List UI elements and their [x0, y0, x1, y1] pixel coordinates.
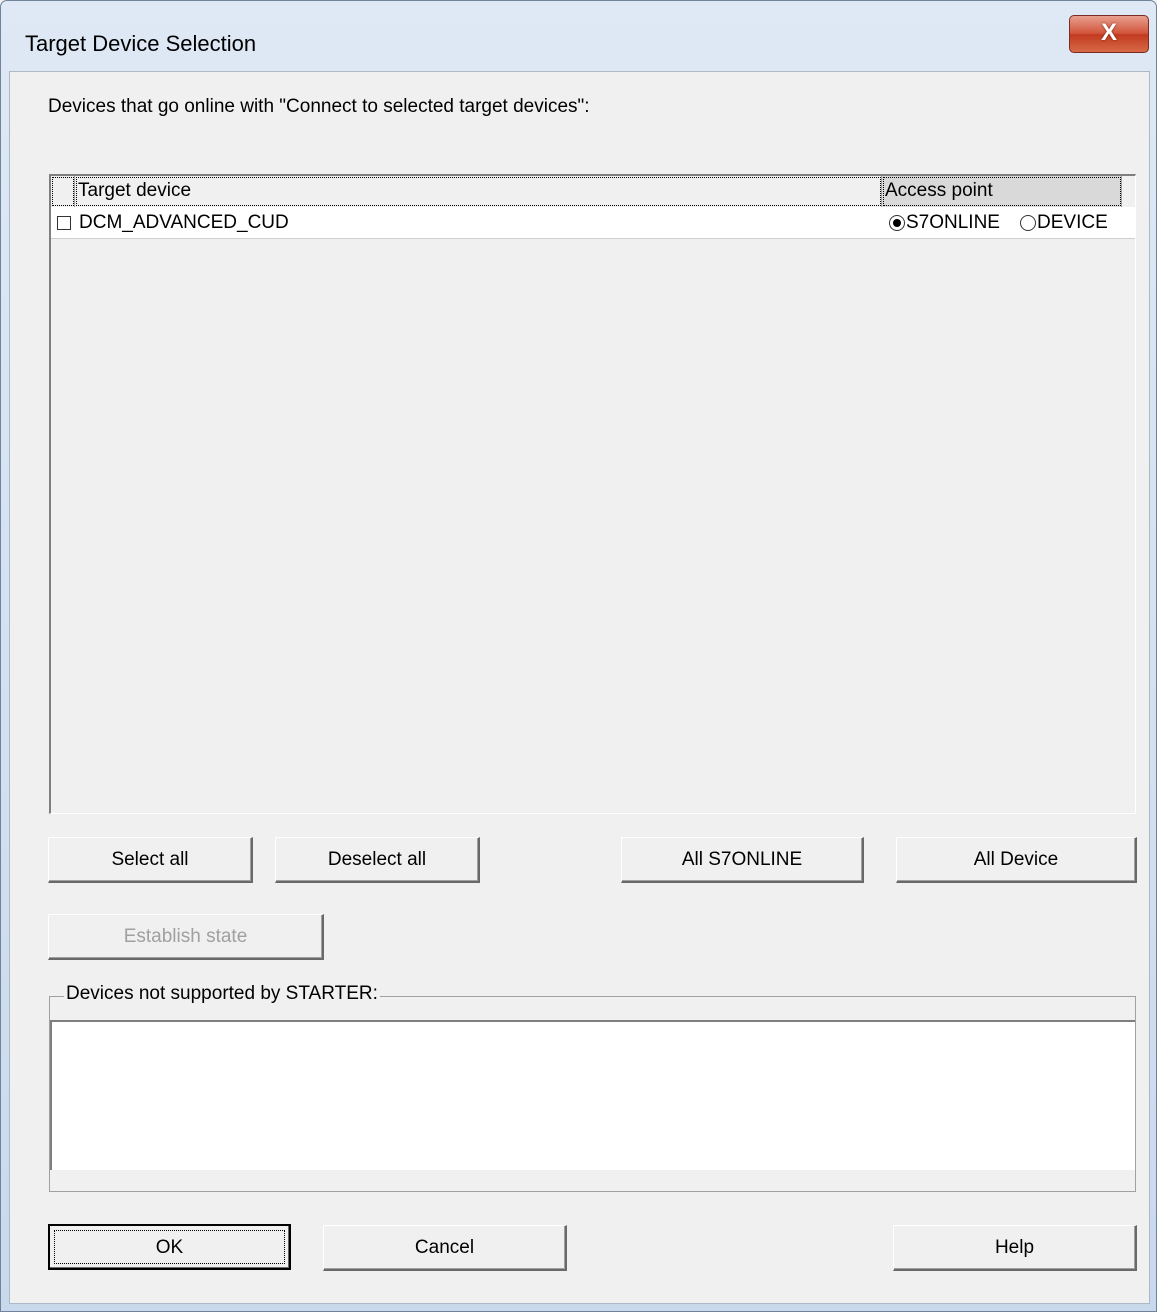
window-title: Target Device Selection — [25, 31, 257, 56]
cancel-button[interactable]: Cancel — [323, 1225, 567, 1271]
close-button[interactable]: X — [1069, 15, 1149, 53]
radio-s7online-label[interactable]: S7ONLINE — [906, 207, 1000, 238]
list-header: Target device Access point — [51, 176, 1135, 207]
target-device-list[interactable]: Target device Access point DCM_ADVANCED_… — [49, 174, 1136, 814]
header-target-device[interactable]: Target device — [75, 176, 882, 207]
header-checkbox-column[interactable] — [51, 176, 75, 207]
unsupported-devices-list[interactable] — [50, 1020, 1135, 1170]
dialog-client-area: Devices that go online with "Connect to … — [9, 71, 1150, 1304]
close-icon: X — [1100, 19, 1117, 46]
device-name: DCM_ADVANCED_CUD — [79, 212, 289, 233]
select-all-button[interactable]: Select all — [48, 837, 253, 883]
establish-state-button[interactable]: Establish state — [48, 914, 324, 960]
focus-indicator — [54, 1230, 285, 1264]
all-device-button[interactable]: All Device — [896, 837, 1137, 883]
intro-label: Devices that go online with "Connect to … — [48, 96, 590, 117]
radio-s7online[interactable] — [889, 215, 905, 231]
deselect-all-button[interactable]: Deselect all — [275, 837, 480, 883]
unsupported-devices-title: Devices not supported by STARTER: — [64, 983, 380, 1005]
radio-device[interactable] — [1020, 215, 1036, 231]
header-access-point[interactable]: Access point — [882, 176, 1122, 207]
all-s7online-button[interactable]: All S7ONLINE — [621, 837, 864, 883]
help-button[interactable]: Help — [893, 1225, 1137, 1271]
dialog-window: Target Device Selection X Devices that g… — [0, 0, 1157, 1312]
unsupported-devices-group: Devices not supported by STARTER: — [49, 983, 1136, 1192]
device-checkbox[interactable] — [57, 216, 71, 230]
title-bar[interactable]: Target Device Selection X — [1, 1, 1156, 71]
ok-button[interactable]: OK — [48, 1224, 291, 1270]
radio-device-label[interactable]: DEVICE — [1037, 207, 1108, 238]
table-row[interactable]: DCM_ADVANCED_CUD S7ONLINE DEVICE — [51, 207, 1135, 239]
